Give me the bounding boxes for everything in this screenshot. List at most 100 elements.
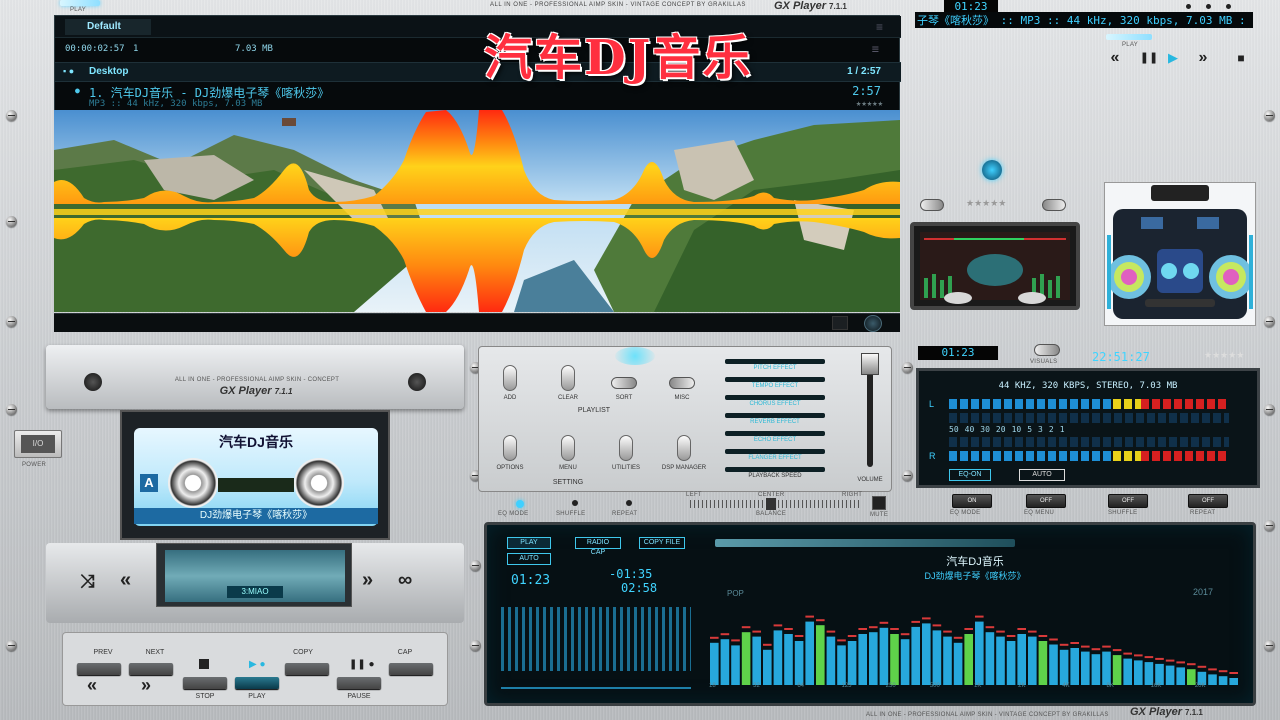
repeat-button[interactable]: OFF xyxy=(1188,494,1228,508)
playlist-track[interactable]: ● 1. 汽车DJ音乐 - DJ劲爆电子琴《喀秋莎》 MP3 :: 44 kHz… xyxy=(55,84,901,112)
next-key[interactable] xyxy=(129,663,173,675)
video-seekbar[interactable] xyxy=(54,313,900,332)
spectrum-bar xyxy=(1070,648,1079,685)
mini-toggle-left[interactable] xyxy=(920,199,944,211)
frequency-label: 4K xyxy=(1062,683,1070,689)
spectrum-peak xyxy=(773,624,783,627)
power-button[interactable]: I/O xyxy=(14,430,62,458)
menu-icon[interactable]: ≡ xyxy=(876,20,883,34)
spectrum-bar xyxy=(837,645,846,685)
spectrum-peak xyxy=(1038,635,1048,637)
playlist-tab-default[interactable]: Default xyxy=(65,19,151,35)
spectrum-peak xyxy=(932,624,942,627)
tempo-effect-label: TEMPO EFFECT xyxy=(751,383,799,389)
spectrum-peak xyxy=(1144,656,1154,659)
deck-knob-left[interactable] xyxy=(84,373,102,391)
mini-stars[interactable]: ★★★★★ xyxy=(966,198,1006,209)
next-icon[interactable]: » xyxy=(141,675,151,696)
shuffle-icon[interactable]: ⤨ xyxy=(80,571,94,592)
footer-caption: ALL IN ONE - PROFESSIONAL AIMP SKIN - VI… xyxy=(866,712,1109,718)
spectrum-bar xyxy=(975,621,984,685)
stop-button[interactable]: ■ xyxy=(1230,48,1252,68)
prev-key[interactable] xyxy=(77,663,121,675)
rewind-icon[interactable]: « xyxy=(120,569,131,592)
eq-mode-label[interactable]: EQ MODE xyxy=(498,511,528,517)
pitch-effect-bar[interactable] xyxy=(725,359,825,364)
spectrum-bar xyxy=(1038,641,1048,685)
shuffle-label[interactable]: SHUFFLE xyxy=(556,511,585,517)
prev-button[interactable]: « xyxy=(1104,48,1126,68)
balance-left-label: LEFT xyxy=(686,492,702,498)
prev-key-label: PREV xyxy=(93,649,113,656)
prev-icon[interactable]: « xyxy=(87,675,97,696)
radio-cap-button[interactable]: RADIO CAP xyxy=(575,537,621,556)
pause-button[interactable]: ❚❚ xyxy=(1138,48,1160,68)
tempo-effect-bar[interactable] xyxy=(725,377,825,382)
progress-bar[interactable] xyxy=(715,539,1015,547)
deck-knob-right[interactable] xyxy=(408,373,426,391)
dsp-toggle[interactable] xyxy=(677,435,691,461)
sort-switch[interactable] xyxy=(611,377,637,389)
repeat-icon[interactable]: ∞ xyxy=(398,569,412,592)
play-icon[interactable]: ▶ ● xyxy=(249,659,266,670)
spectrum-bar xyxy=(858,634,867,685)
spectrum-bar xyxy=(1112,655,1122,685)
spectrum-bar xyxy=(1028,636,1037,685)
cap-key[interactable] xyxy=(389,663,433,675)
misc-switch[interactable] xyxy=(669,377,695,389)
visual-toggle-icon[interactable] xyxy=(864,315,882,332)
frequency-label: 250 xyxy=(885,683,896,689)
menu-icon[interactable]: ≡ xyxy=(872,42,879,56)
stop-square-icon[interactable] xyxy=(832,316,848,330)
next-button[interactable]: » xyxy=(1192,48,1214,68)
repeat-label[interactable]: REPEAT xyxy=(612,511,637,517)
stop-key-label: STOP xyxy=(195,693,215,700)
spectrum-bar xyxy=(879,627,889,685)
meter-stars[interactable]: ★★★★★ xyxy=(1204,350,1244,361)
pause-icon[interactable]: ❚❚ ● xyxy=(349,659,375,670)
play-key[interactable] xyxy=(235,677,279,689)
eq-mode-button[interactable]: ON xyxy=(952,494,992,508)
options-toggle[interactable] xyxy=(503,435,517,461)
knob-icon[interactable] xyxy=(982,160,1002,180)
deck-transport-panel: PREV « NEXT » STOP ▶ ● PLAY COPY ❚❚ ● PA… xyxy=(62,632,448,706)
eq-on-badge[interactable]: EQ-ON xyxy=(949,469,991,481)
playback-speed-bar[interactable] xyxy=(725,467,825,472)
boombox-graphic xyxy=(1107,185,1253,319)
pause-key[interactable] xyxy=(337,677,381,689)
volume-thumb[interactable] xyxy=(861,353,879,375)
auto-badge[interactable]: AUTO xyxy=(1019,469,1065,481)
collapse-icon[interactable]: ▪ ● xyxy=(63,66,74,76)
menu-toggle[interactable] xyxy=(561,435,575,461)
stop-key[interactable] xyxy=(183,677,227,689)
visuals-switch[interactable] xyxy=(1034,344,1060,356)
reel-right-icon xyxy=(294,458,344,508)
add-toggle[interactable] xyxy=(503,365,517,391)
display-play-button[interactable]: PLAY xyxy=(507,537,551,549)
frequency-label: 1K xyxy=(974,683,982,689)
display-auto-button[interactable]: AUTO xyxy=(507,553,551,565)
flanger-effect-bar[interactable] xyxy=(725,449,825,454)
mini-toggle-right[interactable] xyxy=(1042,199,1066,211)
echo-effect-bar[interactable] xyxy=(725,431,825,436)
mute-button[interactable] xyxy=(872,496,886,510)
fast-forward-icon[interactable]: » xyxy=(362,569,373,592)
spectrum-bar xyxy=(1049,644,1058,685)
spectrum-peak xyxy=(1070,642,1079,644)
shuffle-button[interactable]: OFF xyxy=(1108,494,1148,508)
spectrum-peak xyxy=(1091,648,1101,651)
eq-menu-button[interactable]: OFF xyxy=(1026,494,1066,508)
chorus-effect-bar[interactable] xyxy=(725,395,825,400)
stop-icon[interactable] xyxy=(199,659,209,669)
balance-thumb[interactable] xyxy=(766,498,776,510)
track-rating[interactable]: ★★★★★ xyxy=(856,99,883,109)
spectrum-bar xyxy=(943,636,952,685)
spectrum-bar xyxy=(826,636,836,685)
reverb-effect-bar[interactable] xyxy=(725,413,825,418)
utilities-toggle[interactable] xyxy=(619,435,633,461)
copy-key[interactable] xyxy=(285,663,329,675)
play-button[interactable]: ▶ xyxy=(1162,48,1184,68)
volume-label: VOLUME xyxy=(857,477,883,483)
clear-toggle[interactable] xyxy=(561,365,575,391)
copy-file-button[interactable]: COPY FILE xyxy=(639,537,685,549)
